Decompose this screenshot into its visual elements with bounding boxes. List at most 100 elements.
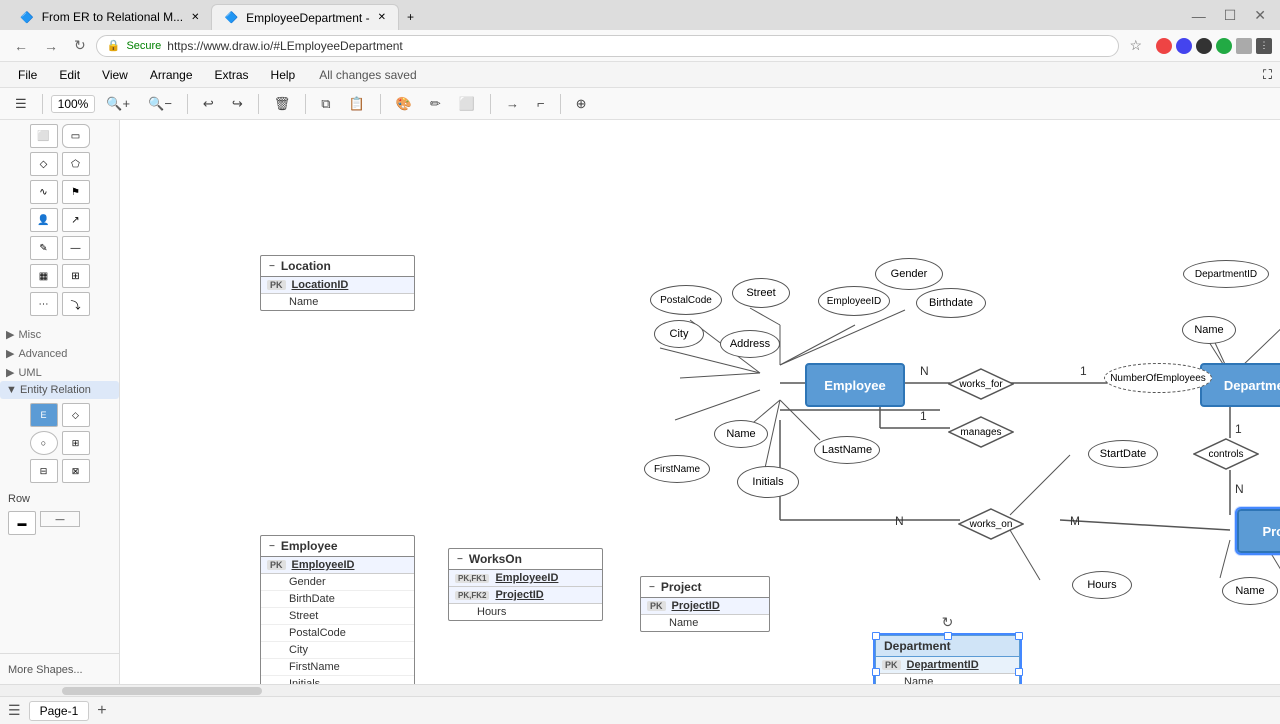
er-shape-5[interactable]: ⊟: [30, 459, 58, 483]
menu-extras[interactable]: Extras: [205, 66, 259, 84]
project-entity[interactable]: Project: [1237, 509, 1280, 553]
shape-flag[interactable]: ⚑: [62, 180, 90, 204]
tab-bar: 🔷 From ER to Relational M... ✕ 🔷 Employe…: [0, 0, 1280, 30]
paste-btn[interactable]: 📋: [342, 93, 372, 115]
project-collapse-btn[interactable]: −: [649, 582, 655, 593]
location-collapse-btn[interactable]: −: [269, 261, 275, 272]
reload-btn[interactable]: ↻: [68, 35, 92, 56]
misc-expand-icon: ▶: [6, 328, 14, 341]
address-bar[interactable]: 🔒 Secure https://www.draw.io/#LEmployeeD…: [96, 35, 1120, 57]
shape-person[interactable]: 👤: [30, 208, 58, 232]
location-pk-field: LocationID: [292, 279, 349, 291]
ext-icon-3: [1196, 38, 1212, 54]
forward-btn[interactable]: →: [38, 36, 64, 56]
employee-collapse-btn[interactable]: −: [269, 541, 275, 552]
canvas-area[interactable]: N 1 1 N 1 N N M − Location PK LocationI: [120, 120, 1280, 684]
startdate-attr-label: StartDate: [1100, 448, 1146, 460]
menu-help[interactable]: Help: [261, 66, 306, 84]
sidebar-toggle-btn[interactable]: ☰: [8, 93, 34, 115]
er-shape-6[interactable]: ⊠: [62, 459, 90, 483]
menu-edit[interactable]: Edit: [49, 66, 90, 84]
connection-btn[interactable]: →: [499, 93, 526, 114]
delete-btn[interactable]: 🗑: [267, 93, 298, 115]
waypoint-btn[interactable]: ⌐: [530, 93, 552, 114]
workson-collapse-btn[interactable]: −: [457, 554, 463, 565]
zoom-level[interactable]: 100%: [51, 95, 96, 113]
department-entity[interactable]: Department: [1200, 363, 1280, 407]
redo-btn[interactable]: ↪: [225, 93, 250, 115]
undo-btn[interactable]: ↩: [196, 93, 221, 115]
er-shape-1[interactable]: E: [30, 403, 58, 427]
initials-attr: Initials: [737, 466, 799, 498]
add-page-btn[interactable]: +: [97, 702, 106, 720]
shape-arrow[interactable]: ↗: [62, 208, 90, 232]
shape-rect2[interactable]: ▦: [30, 264, 58, 288]
back-btn[interactable]: ←: [8, 36, 34, 56]
handle-ml[interactable]: [872, 668, 880, 676]
er-shape-2[interactable]: ◇: [62, 403, 90, 427]
shape-rect[interactable]: ⬜: [30, 124, 58, 148]
pages-menu-btn[interactable]: ☰: [8, 702, 21, 719]
menu-view[interactable]: View: [92, 66, 138, 84]
tab-2[interactable]: 🔷 EmployeeDepartment - ✕: [211, 4, 398, 30]
bookmark-btn[interactable]: ☆: [1123, 35, 1148, 56]
minimize-btn[interactable]: —: [1186, 6, 1212, 26]
shape-diamond[interactable]: ◇: [30, 152, 58, 176]
lock-icon: 🔒: [107, 39, 121, 52]
fullscreen-icon[interactable]: ⛶: [1263, 67, 1272, 83]
page-1-tab[interactable]: Page-1: [29, 701, 90, 721]
shape-rounded[interactable]: ▭: [62, 124, 90, 148]
address-attr: Address: [720, 330, 780, 358]
panel-uml-label[interactable]: ▶ UML: [0, 362, 119, 381]
close-btn[interactable]: ✕: [1248, 5, 1272, 26]
new-tab-btn[interactable]: +: [399, 4, 422, 30]
employeeid-attr: EmployeeID: [818, 286, 890, 316]
settings-icon[interactable]: ⋮: [1256, 38, 1272, 54]
workson-diamond: works_on: [958, 508, 1024, 540]
shape-btn[interactable]: ⬜: [452, 93, 482, 115]
h-scrollbar[interactable]: [0, 684, 1280, 696]
shape-step[interactable]: ⤵: [62, 292, 90, 316]
project-pk-field: ProjectID: [672, 600, 720, 612]
maximize-btn[interactable]: ☐: [1218, 5, 1243, 26]
handle-tr[interactable]: [1015, 632, 1023, 640]
shape-pentagon[interactable]: ⬠: [62, 152, 90, 176]
copy-btn[interactable]: ⧉: [314, 93, 337, 115]
shape-misc[interactable]: ⋯: [30, 292, 58, 316]
er-shape-4[interactable]: ⊞: [62, 431, 90, 455]
sep4: [305, 94, 306, 114]
department-entity-label: Department: [1224, 378, 1280, 393]
panel-advanced-label[interactable]: ▶ Advanced: [0, 343, 119, 362]
employee-entity[interactable]: Employee: [805, 363, 905, 407]
shape-pencil[interactable]: ✎: [30, 236, 58, 260]
shape-curve[interactable]: ∿: [30, 180, 58, 204]
zoom-out-btn[interactable]: 🔍−: [141, 93, 179, 115]
sep6: [490, 94, 491, 114]
tab2-close[interactable]: ✕: [378, 12, 386, 23]
er-shape-3[interactable]: ○: [30, 431, 58, 455]
scrollbar-thumb[interactable]: [62, 687, 262, 695]
zoom-in-btn[interactable]: 🔍+: [99, 93, 137, 115]
shape-table[interactable]: ⊞: [62, 264, 90, 288]
secure-label: Secure: [126, 40, 161, 52]
panel-entity-relation[interactable]: ▼ Entity Relation: [0, 381, 119, 399]
handle-tl[interactable]: [872, 632, 880, 640]
shape-line[interactable]: —: [62, 236, 90, 260]
fill-btn[interactable]: 🎨: [389, 93, 419, 115]
employee-entity-label: Employee: [824, 378, 885, 393]
refresh-icon[interactable]: ↻: [942, 614, 954, 631]
handle-mr[interactable]: [1015, 668, 1023, 676]
handle-tc[interactable]: [944, 632, 952, 640]
tab1-close[interactable]: ✕: [191, 12, 199, 23]
row-shape-1[interactable]: ▬: [8, 511, 36, 535]
menu-arrange[interactable]: Arrange: [140, 66, 203, 84]
insert-btn[interactable]: ⊕: [569, 93, 594, 115]
menu-file[interactable]: File: [8, 66, 47, 84]
panel-misc-label[interactable]: ▶ Misc: [0, 324, 119, 343]
workson-field1: EmployeeID: [495, 572, 558, 584]
stroke-btn[interactable]: ✏: [423, 93, 448, 115]
n-label-4: N: [895, 514, 904, 528]
more-shapes-btn[interactable]: More Shapes...: [0, 653, 119, 684]
tab-1[interactable]: 🔷 From ER to Relational M... ✕: [8, 4, 211, 30]
gender-attr-label: Gender: [891, 268, 928, 280]
